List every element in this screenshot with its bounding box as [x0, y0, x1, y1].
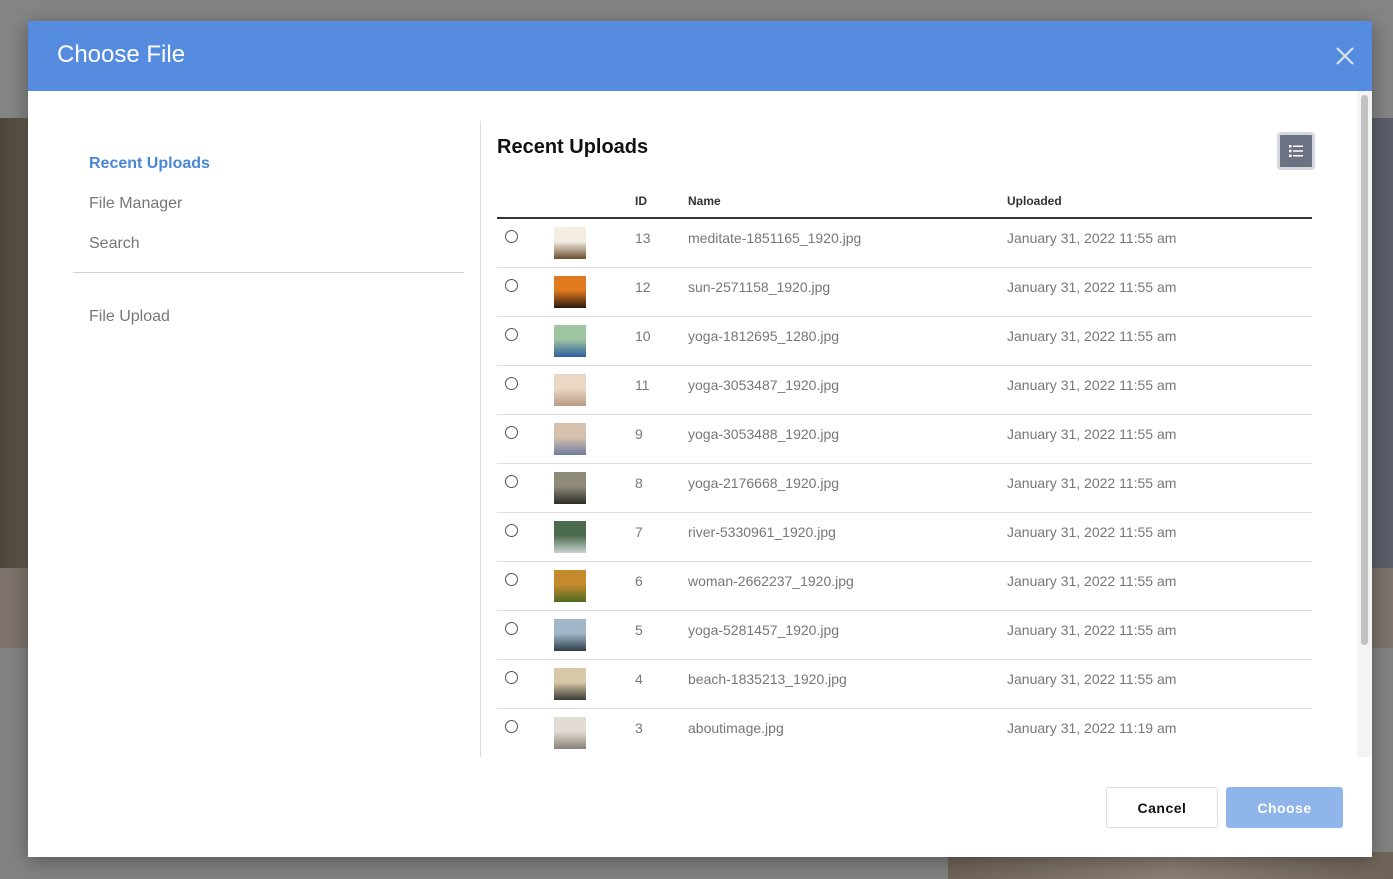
file-thumbnail	[554, 717, 586, 749]
table-row[interactable]: 5 yoga-5281457_1920.jpg January 31, 2022 1…	[497, 611, 1312, 660]
modal-body: Recent Uploads File Manager Search File …	[28, 91, 1372, 757]
table-row[interactable]: 9 yoga-3053488_1920.jpg January 31, 2022 1…	[497, 415, 1312, 464]
row-uploaded-date: January 31, 2022 11:19 am	[1007, 720, 1177, 736]
row-select-radio[interactable]	[505, 377, 518, 390]
row-id: 9	[635, 426, 643, 442]
choose-button[interactable]: Choose	[1226, 787, 1343, 828]
sidebar-item-file-manager[interactable]: File Manager	[89, 195, 182, 213]
table-row[interactable]: 8 yoga-2176668_1920.jpg January 31, 2022 1…	[497, 464, 1312, 513]
row-id: 6	[635, 573, 643, 589]
table-row[interactable]: 13 meditate-1851165_1920.jpg January 31, 2…	[497, 219, 1312, 268]
table-row[interactable]: 11 yoga-3053487_1920.jpg January 31, 2022 …	[497, 366, 1312, 415]
sidebar-item-recent-uploads[interactable]: Recent Uploads	[89, 155, 210, 173]
modal-header: Choose File	[28, 21, 1372, 91]
close-button[interactable]	[1334, 45, 1356, 67]
row-id: 3	[635, 720, 643, 736]
row-select-radio[interactable]	[505, 279, 518, 292]
row-uploaded-date: January 31, 2022 11:55 am	[1007, 328, 1177, 344]
table-header: ID Name Uploaded	[497, 187, 1312, 219]
file-thumbnail	[554, 472, 586, 504]
cancel-button[interactable]: Cancel	[1106, 787, 1218, 828]
row-filename: river-5330961_1920.jpg	[688, 524, 836, 540]
sidebar-divider	[73, 272, 464, 273]
file-thumbnail	[554, 325, 586, 357]
row-filename: yoga-3053488_1920.jpg	[688, 426, 840, 442]
file-thumbnail	[554, 227, 586, 259]
panel-divider	[480, 121, 481, 757]
sidebar-item-file-upload[interactable]: File Upload	[89, 308, 170, 326]
row-filename: sun-2571158_1920.jpg	[688, 279, 831, 295]
choose-file-modal: Choose File Recent Uploads File Manager …	[28, 21, 1372, 857]
row-select-radio[interactable]	[505, 622, 518, 635]
panel-title: Recent Uploads	[497, 136, 649, 158]
row-uploaded-date: January 31, 2022 11:55 am	[1007, 524, 1177, 540]
table-row[interactable]: 4 beach-1835213_1920.jpg January 31, 2022 …	[497, 660, 1312, 709]
row-id: 7	[635, 524, 643, 540]
row-uploaded-date: January 31, 2022 11:55 am	[1007, 475, 1177, 491]
file-list-panel: Recent Uploads ID Name Uploaded 13 medita…	[497, 91, 1327, 757]
row-select-radio[interactable]	[505, 720, 518, 733]
table-row[interactable]: 6 woman-2662237_1920.jpg January 31, 2022 …	[497, 562, 1312, 611]
modal-scrollbar[interactable]	[1357, 91, 1372, 757]
row-id: 10	[635, 328, 651, 344]
row-select-radio[interactable]	[505, 426, 518, 439]
row-uploaded-date: January 31, 2022 11:55 am	[1007, 426, 1177, 442]
file-thumbnail	[554, 570, 586, 602]
table-row[interactable]: 3 aboutimage.jpg January 31, 2022 11:19 am	[497, 709, 1312, 757]
column-header-id[interactable]: ID	[635, 194, 647, 208]
file-thumbnail	[554, 423, 586, 455]
file-thumbnail	[554, 521, 586, 553]
file-table-body: 13 meditate-1851165_1920.jpg January 31, 2…	[497, 219, 1312, 757]
file-thumbnail	[554, 619, 586, 651]
list-icon	[1289, 145, 1303, 157]
table-row[interactable]: 10 yoga-1812695_1280.jpg January 31, 2022 …	[497, 317, 1312, 366]
file-thumbnail	[554, 668, 586, 700]
row-id: 11	[635, 377, 650, 393]
scrollbar-thumb[interactable]	[1361, 95, 1368, 645]
row-uploaded-date: January 31, 2022 11:55 am	[1007, 377, 1177, 393]
row-select-radio[interactable]	[505, 671, 518, 684]
row-select-radio[interactable]	[505, 230, 518, 243]
row-uploaded-date: January 31, 2022 11:55 am	[1007, 622, 1177, 638]
row-select-radio[interactable]	[505, 524, 518, 537]
row-filename: yoga-2176668_1920.jpg	[688, 475, 840, 491]
column-header-uploaded[interactable]: Uploaded	[1007, 194, 1062, 208]
row-filename: yoga-1812695_1280.jpg	[688, 328, 840, 344]
table-row[interactable]: 7 river-5330961_1920.jpg January 31, 2022 …	[497, 513, 1312, 562]
row-uploaded-date: January 31, 2022 11:55 am	[1007, 671, 1177, 687]
list-view-toggle-button[interactable]	[1277, 132, 1315, 170]
row-filename: aboutimage.jpg	[688, 720, 784, 736]
row-filename: meditate-1851165_1920.jpg	[688, 230, 862, 246]
row-select-radio[interactable]	[505, 328, 518, 341]
sidebar-item-search[interactable]: Search	[89, 235, 140, 253]
row-uploaded-date: January 31, 2022 11:55 am	[1007, 573, 1177, 589]
row-id: 13	[635, 230, 651, 246]
row-id: 4	[635, 671, 643, 687]
table-row[interactable]: 12 sun-2571158_1920.jpg January 31, 2022 1…	[497, 268, 1312, 317]
close-icon	[1336, 47, 1354, 65]
row-filename: yoga-5281457_1920.jpg	[688, 622, 840, 638]
row-select-radio[interactable]	[505, 573, 518, 586]
row-select-radio[interactable]	[505, 475, 518, 488]
modal-title: Choose File	[57, 41, 186, 68]
file-thumbnail	[554, 276, 586, 308]
row-filename: beach-1835213_1920.jpg	[688, 671, 847, 687]
row-uploaded-date: January 31, 2022 11:55 am	[1007, 279, 1177, 295]
row-id: 12	[635, 279, 651, 295]
row-filename: yoga-3053487_1920.jpg	[688, 377, 840, 393]
row-id: 5	[635, 622, 643, 638]
file-thumbnail	[554, 374, 586, 406]
row-filename: woman-2662237_1920.jpg	[688, 573, 854, 589]
row-uploaded-date: January 31, 2022 11:55 am	[1007, 230, 1177, 246]
column-header-name[interactable]: Name	[688, 194, 721, 208]
row-id: 8	[635, 475, 643, 491]
